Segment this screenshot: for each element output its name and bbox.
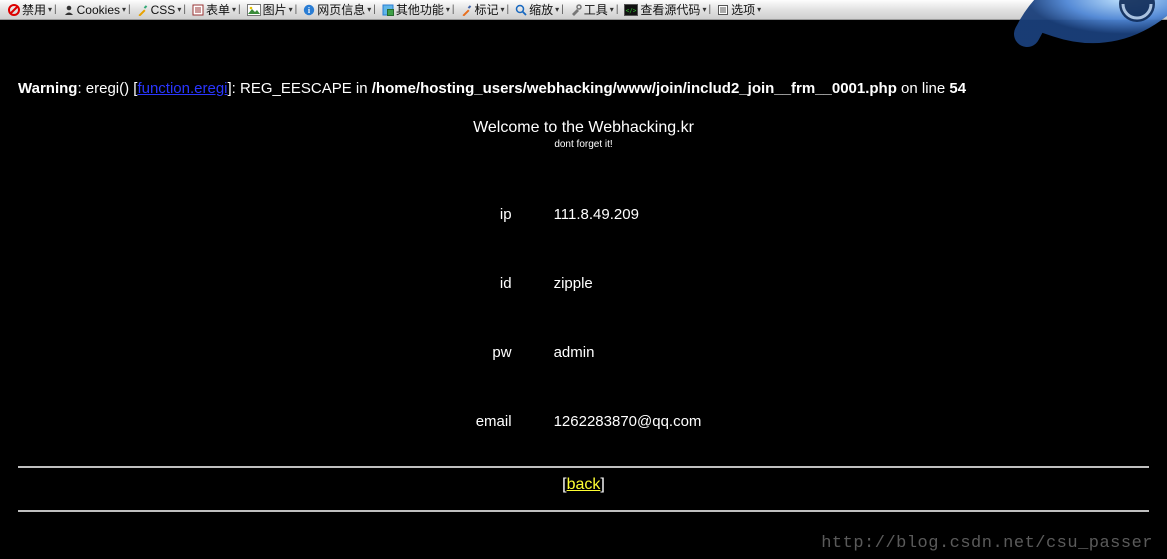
separator: | [295,4,298,15]
toolbar-label: Cookies [77,3,120,17]
toolbar-item-cookies[interactable]: Cookies ▾ [59,0,130,19]
info-icon: i [303,4,315,16]
separator: | [238,4,241,15]
separator: | [128,4,131,15]
info-label-id: id [454,249,524,318]
table-row: pw admin [454,318,714,387]
warning-lineno: 54 [949,80,966,97]
info-table: ip 111.8.49.209 id zipple pw admin email… [454,180,714,456]
separator: | [373,4,376,15]
toolbar-label: 表单 [206,1,230,18]
tools-icon [570,4,582,16]
toolbar-label: 查看源代码 [640,1,700,18]
toolbar-item-forms[interactable]: 表单 ▾ [188,0,240,19]
dev-toolbar: 禁用 ▾ | Cookies ▾ | CSS ▾ | 表单 ▾ | 图片 ▾ | [0,0,1167,20]
folder-icon [382,4,394,16]
image-icon [247,4,261,16]
chevron-down-icon: ▾ [610,5,614,14]
toolbar-item-disable[interactable]: 禁用 ▾ [4,0,56,19]
info-value-ip: 111.8.49.209 [524,180,714,249]
back-link[interactable]: back [567,476,601,493]
info-label-email: email [454,387,524,456]
warning-online: on line [897,80,950,97]
toolbar-label: 网页信息 [317,1,365,18]
chevron-down-icon: ▾ [501,5,505,14]
toolbar-item-css[interactable]: CSS ▾ [133,0,186,19]
toolbar-label: 选项 [731,1,755,18]
toolbar-label: 图片 [263,1,287,18]
toolbar-item-images[interactable]: 图片 ▾ [243,0,297,19]
toolbar-item-outline[interactable]: 标记 ▾ [457,0,509,19]
source-icon: </> [624,4,638,16]
user-icon [63,4,75,16]
separator: | [452,4,455,15]
separator: | [54,4,57,15]
marker-icon [461,4,473,16]
chevron-down-icon: ▾ [367,5,371,14]
table-row: ip 111.8.49.209 [454,180,714,249]
toolbar-item-misc[interactable]: 其他功能 ▾ [378,0,454,19]
php-warning-line: Warning: eregi() [function.eregi]: REG_E… [18,80,1149,97]
welcome-title: Welcome to the Webhacking.kr [18,119,1149,137]
watermark-text: http://blog.csdn.net/csu_passer [821,534,1153,553]
zoom-icon [515,4,527,16]
table-row: id zipple [454,249,714,318]
ban-icon [8,4,20,16]
decorative-swirl [1007,0,1167,52]
form-icon [192,4,204,16]
info-value-email: 1262283870@qq.com [524,387,714,456]
info-value-id: zipple [524,249,714,318]
toolbar-item-options[interactable]: 选项 ▾ [713,0,765,19]
toolbar-label: CSS [151,3,176,17]
back-row: [back] [0,468,1167,500]
toolbar-label: 标记 [475,1,499,18]
toolbar-item-viewsource[interactable]: </> 查看源代码 ▾ [620,0,710,19]
chevron-down-icon: ▾ [555,5,559,14]
chevron-down-icon: ▾ [702,5,706,14]
page-body: Warning: eregi() [function.eregi]: REG_E… [0,80,1167,456]
info-label-pw: pw [454,318,524,387]
chevron-down-icon: ▾ [289,5,293,14]
welcome-sub: dont forget it! [18,139,1149,150]
chevron-down-icon: ▾ [232,5,236,14]
chevron-down-icon: ▾ [757,5,761,14]
warning-text-1: : eregi() [ [77,80,137,97]
separator: | [507,4,510,15]
separator: | [708,4,711,15]
table-row: email 1262283870@qq.com [454,387,714,456]
toolbar-item-pageinfo[interactable]: i 网页信息 ▾ [299,0,375,19]
horizontal-rule [18,510,1149,512]
separator: | [183,4,186,15]
pencil-icon [137,4,149,16]
toolbar-item-resize[interactable]: 缩放 ▾ [511,0,563,19]
toolbar-label: 其他功能 [396,1,444,18]
info-value-pw: admin [524,318,714,387]
warning-text-2: ]: REG_EESCAPE in [228,80,372,97]
chevron-down-icon: ▾ [48,5,52,14]
svg-text:</>: </> [626,7,637,14]
function-link[interactable]: function.eregi [137,80,227,97]
bracket-close: ] [600,476,604,493]
toolbar-label: 缩放 [529,1,553,18]
toolbar-item-tools[interactable]: 工具 ▾ [566,0,618,19]
separator: | [561,4,564,15]
warning-prefix: Warning [18,80,77,97]
toolbar-label: 工具 [584,1,608,18]
chevron-down-icon: ▾ [446,5,450,14]
chevron-down-icon: ▾ [177,5,181,14]
chevron-down-icon: ▾ [122,5,126,14]
toolbar-label: 禁用 [22,1,46,18]
warning-path: /home/hosting_users/webhacking/www/join/… [372,80,897,97]
options-icon [717,4,729,16]
info-label-ip: ip [454,180,524,249]
separator: | [616,4,619,15]
